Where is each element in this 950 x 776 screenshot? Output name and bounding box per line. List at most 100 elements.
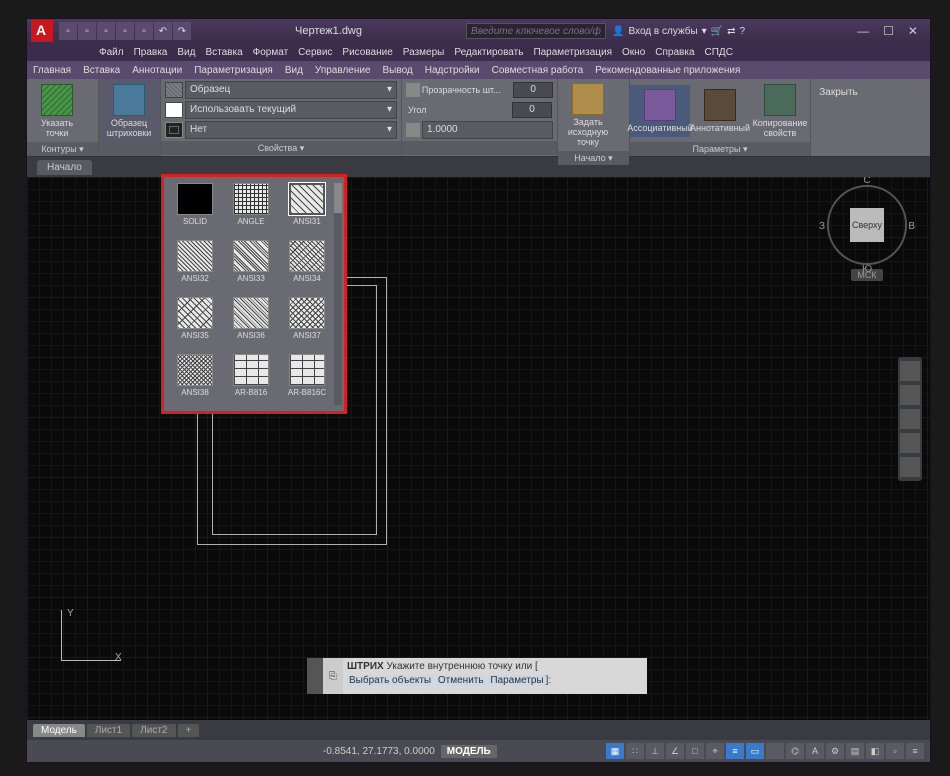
panel-title-props[interactable]: Свойства ▾ bbox=[161, 141, 401, 155]
viewcube-w[interactable]: З bbox=[819, 221, 825, 232]
status-polar-icon[interactable]: ∠ bbox=[666, 743, 684, 759]
menu-window[interactable]: Окно bbox=[622, 47, 645, 58]
login-area[interactable]: 👤 Вход в службы ▾ 🛒 ⇄ ? bbox=[612, 26, 745, 37]
color-dropdown[interactable]: Использовать текущий▾ bbox=[185, 101, 397, 119]
menu-dimensions[interactable]: Размеры bbox=[403, 47, 445, 58]
menu-service[interactable]: Сервис bbox=[298, 47, 332, 58]
search-input[interactable] bbox=[466, 23, 606, 39]
tab-addins[interactable]: Надстройки bbox=[419, 65, 486, 76]
status-annoscale-icon[interactable]: A bbox=[806, 743, 824, 759]
hatch-item-ansi32[interactable]: ANSI32 bbox=[170, 240, 220, 291]
nav-orbit-icon[interactable] bbox=[900, 433, 920, 453]
hatch-item-ansi31[interactable]: ANSI31 bbox=[282, 183, 332, 234]
hatch-item-ansi33[interactable]: ANSI33 bbox=[226, 240, 276, 291]
status-grid-icon[interactable]: ▦ bbox=[606, 743, 624, 759]
cmd-opt-select[interactable]: Выбрать объекты bbox=[347, 675, 433, 686]
nav-show-icon[interactable] bbox=[900, 457, 920, 477]
cmdline-grip[interactable] bbox=[307, 658, 323, 694]
layout-sheet1[interactable]: Лист1 bbox=[87, 724, 130, 737]
menu-parametrize[interactable]: Параметризация bbox=[533, 47, 612, 58]
menu-edit2[interactable]: Редактировать bbox=[454, 47, 523, 58]
layout-add[interactable]: + bbox=[178, 724, 200, 737]
hatch-item-ar-b816c[interactable]: AR-B816C bbox=[282, 354, 332, 405]
transparency-input[interactable]: 0 bbox=[513, 82, 553, 98]
status-osnap-icon[interactable]: □ bbox=[686, 743, 704, 759]
tab-parametric[interactable]: Параметризация bbox=[188, 65, 279, 76]
status-mode[interactable]: МОДЕЛЬ bbox=[441, 745, 497, 758]
viewcube-n[interactable]: С bbox=[863, 177, 870, 186]
exchange-icon[interactable]: ⇄ bbox=[727, 26, 735, 37]
cmdline-text[interactable]: ШТРИХ Укажите внутреннюю точку или [ Выб… bbox=[343, 658, 647, 694]
menu-file[interactable]: Файл bbox=[99, 47, 124, 58]
viewcube-s[interactable]: Ю bbox=[862, 264, 872, 275]
tab-collab[interactable]: Совместная работа bbox=[486, 65, 590, 76]
hatch-item-ansi38[interactable]: ANSI38 bbox=[170, 354, 220, 405]
bg-dropdown[interactable]: Нет▾ bbox=[185, 121, 397, 139]
menu-draw[interactable]: Рисование bbox=[342, 47, 392, 58]
menu-view[interactable]: Вид bbox=[177, 47, 195, 58]
hatch-item-angle[interactable]: ANGLE bbox=[226, 183, 276, 234]
tab-home[interactable]: Главная bbox=[27, 65, 77, 76]
layout-model[interactable]: Модель bbox=[33, 724, 85, 737]
app-logo[interactable] bbox=[31, 20, 53, 42]
hatch-item-ar-b816[interactable]: AR-B816 bbox=[226, 354, 276, 405]
menu-help[interactable]: Справка bbox=[655, 47, 694, 58]
nav-wheel-icon[interactable] bbox=[900, 361, 920, 381]
menu-format[interactable]: Формат bbox=[253, 47, 289, 58]
status-custom-icon[interactable]: ≡ bbox=[906, 743, 924, 759]
status-clean-icon[interactable]: ▫ bbox=[886, 743, 904, 759]
status-scale-icon[interactable]: ⌬ bbox=[786, 743, 804, 759]
status-iso-icon[interactable]: ◧ bbox=[866, 743, 884, 759]
cmd-opt-params[interactable]: Параметры bbox=[488, 675, 545, 686]
annotative-button[interactable]: Аннотативный bbox=[690, 85, 750, 137]
close-icon[interactable]: ✕ bbox=[908, 24, 918, 38]
qat-saveas-icon[interactable]: ▫ bbox=[116, 22, 134, 40]
color-swatch[interactable] bbox=[165, 102, 183, 118]
set-origin-button[interactable]: Задать исходную точку bbox=[558, 79, 618, 151]
help-icon[interactable]: ? bbox=[740, 26, 746, 37]
hatch-scrollbar[interactable] bbox=[334, 183, 342, 405]
tab-output[interactable]: Вывод bbox=[377, 65, 419, 76]
panel-title-origin[interactable]: Начало ▾ bbox=[558, 151, 629, 165]
qat-new-icon[interactable]: ▫ bbox=[59, 22, 77, 40]
hatch-item-solid[interactable]: SOLID bbox=[170, 183, 220, 234]
qat-print-icon[interactable]: ▫ bbox=[135, 22, 153, 40]
cmd-opt-undo[interactable]: Отменить bbox=[436, 675, 486, 686]
status-monitor-icon[interactable]: ▤ bbox=[846, 743, 864, 759]
status-ws-icon[interactable]: ⚙ bbox=[826, 743, 844, 759]
status-dyninput-icon[interactable]: ▭ bbox=[746, 743, 764, 759]
qat-open-icon[interactable]: ▫ bbox=[78, 22, 96, 40]
tab-view[interactable]: Вид bbox=[279, 65, 309, 76]
hatch-item-ansi37[interactable]: ANSI37 bbox=[282, 297, 332, 348]
tab-manage[interactable]: Управление bbox=[309, 65, 377, 76]
viewcube-ring[interactable]: Сверху С Ю В З bbox=[827, 185, 907, 265]
tab-insert[interactable]: Вставка bbox=[77, 65, 126, 76]
qat-undo-icon[interactable]: ↶ bbox=[154, 22, 172, 40]
status-otrack-icon[interactable]: ⌖ bbox=[706, 743, 724, 759]
start-tab[interactable]: Начало bbox=[37, 160, 92, 175]
basket-icon[interactable]: 🛒 bbox=[711, 26, 723, 37]
menu-spds[interactable]: СПДС bbox=[705, 47, 733, 58]
qat-redo-icon[interactable]: ↷ bbox=[173, 22, 191, 40]
scale-input[interactable]: 1.0000 bbox=[422, 121, 553, 139]
nav-pan-icon[interactable] bbox=[900, 385, 920, 405]
status-ortho-icon[interactable]: ⊥ bbox=[646, 743, 664, 759]
hatch-item-ansi35[interactable]: ANSI35 bbox=[170, 297, 220, 348]
nav-zoom-icon[interactable] bbox=[900, 409, 920, 429]
hatch-item-ansi34[interactable]: ANSI34 bbox=[282, 240, 332, 291]
pattern-type-dropdown[interactable]: Образец▾ bbox=[185, 81, 397, 99]
hatch-pattern-button[interactable]: Образец штриховки bbox=[99, 80, 159, 142]
menu-edit[interactable]: Правка bbox=[134, 47, 168, 58]
tab-annotate[interactable]: Аннотации bbox=[126, 65, 188, 76]
qat-save-icon[interactable]: ▫ bbox=[97, 22, 115, 40]
pick-points-button[interactable]: Указать точки bbox=[27, 80, 87, 142]
maximize-icon[interactable]: ☐ bbox=[883, 24, 894, 38]
close-hatch-panel[interactable]: Закрыть bbox=[811, 79, 866, 156]
hatch-item-ansi36[interactable]: ANSI36 bbox=[226, 297, 276, 348]
minimize-icon[interactable]: — bbox=[857, 24, 869, 38]
panel-title-contours[interactable]: Контуры ▾ bbox=[27, 142, 98, 156]
status-lweight-icon[interactable]: ≡ bbox=[726, 743, 744, 759]
command-line[interactable]: ⎘ ШТРИХ Укажите внутреннюю точку или [ В… bbox=[307, 658, 647, 694]
viewcube-e[interactable]: В bbox=[908, 221, 915, 232]
status-snap-icon[interactable]: ∷ bbox=[626, 743, 644, 759]
